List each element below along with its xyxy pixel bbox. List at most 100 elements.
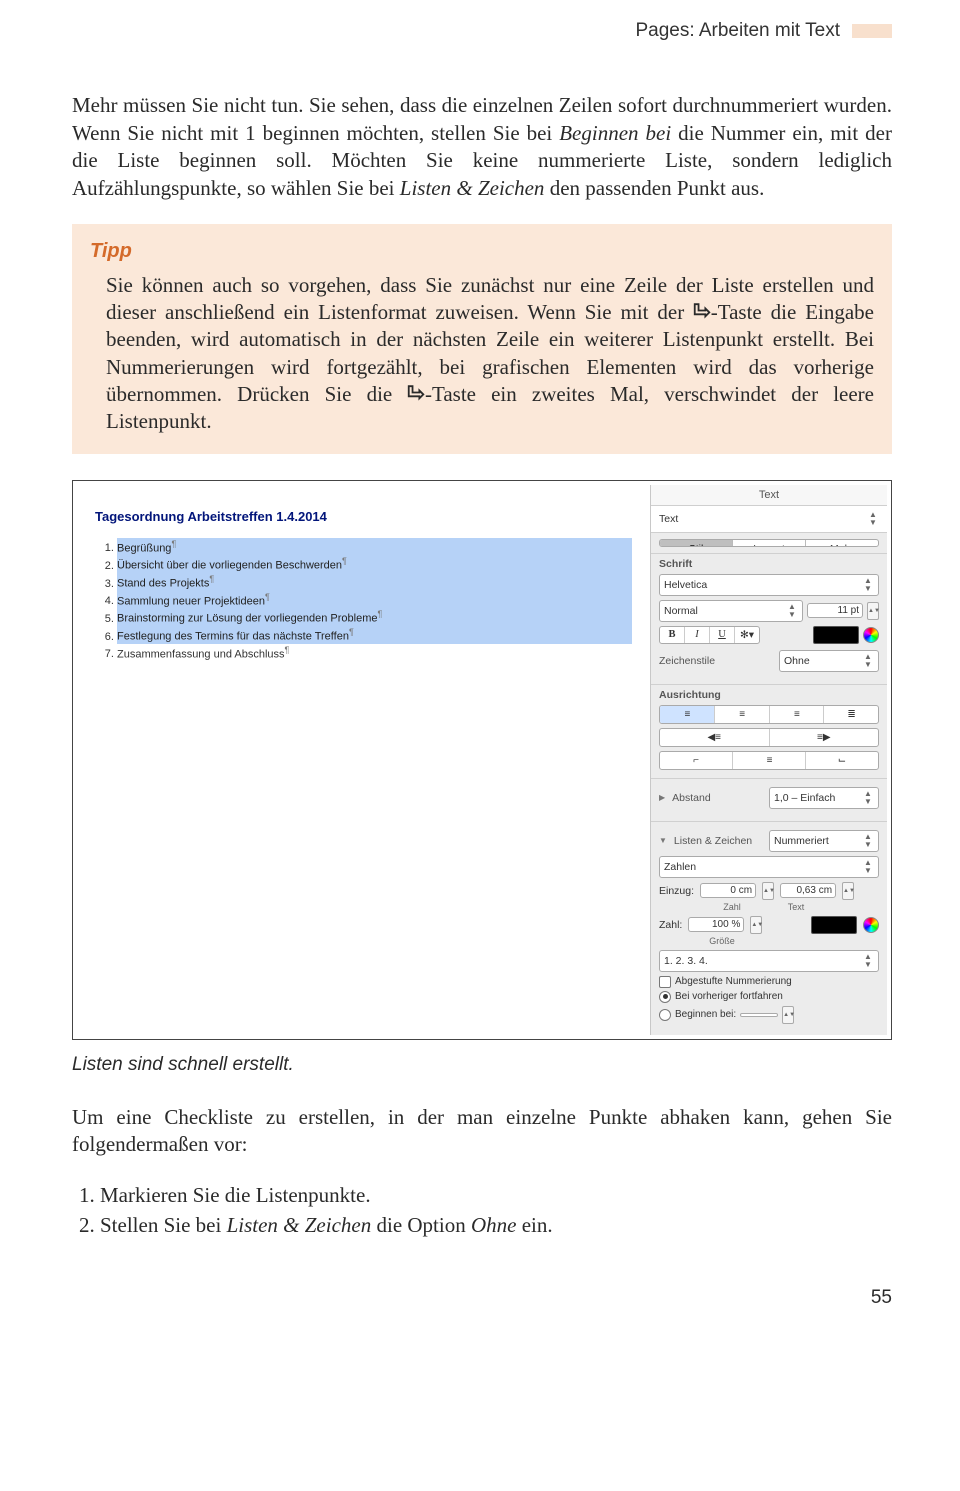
bold-italic-underline-group[interactable]: B I U ✻▾ (659, 626, 760, 644)
subtab-segmented[interactable]: Stil Layout Mehr (659, 539, 879, 547)
section-abstand: ▶ Abstand 1,0 – Einfach▲▼ (651, 778, 887, 821)
indent-icon: ≡▶ (817, 732, 831, 743)
zeichenstile-label: Zeichenstile (659, 655, 715, 667)
disclosure-down-icon[interactable]: ▼ (659, 836, 667, 845)
sublabel-größe: Größe (693, 936, 751, 946)
chevron-updown-icon: ▲▼ (862, 653, 874, 669)
char-style-dropdown[interactable]: Ohne▲▼ (779, 650, 879, 672)
indent-number-field[interactable]: 0 cm (700, 883, 756, 898)
start-at-stepper[interactable]: ▲▼ (782, 1006, 794, 1024)
align-left-button[interactable]: ≡ (660, 706, 715, 723)
chevron-updown-icon: ▲▼ (786, 603, 798, 619)
screenshot-container: Tagesordnung Arbeitstreffen 1.4.2014 Beg… (72, 480, 892, 1040)
paragraph-2: Um eine Checkliste zu erstellen, in der … (72, 1104, 892, 1159)
align-right-icon: ≡ (794, 710, 799, 720)
valign-bottom-button[interactable]: ⌙ (806, 752, 878, 769)
tip-label: Tipp (90, 238, 874, 264)
running-head-text: Pages: Arbeiten mit Text (635, 20, 840, 41)
valign-bottom-icon: ⌙ (838, 755, 846, 766)
figure-caption: Listen sind schnell erstellt. (72, 1054, 892, 1076)
align-justify-icon: ≣ (847, 710, 854, 720)
list-item[interactable]: Festlegung des Termins für das nächste T… (117, 626, 632, 644)
zahl-size-field[interactable]: 100 % (688, 917, 744, 932)
numbered-list[interactable]: Begrüßung¶Übersicht über die vorliegende… (95, 538, 632, 662)
color-wheel-icon[interactable] (863, 627, 879, 643)
ausrichtung-label: Ausrichtung (659, 689, 879, 701)
text-color-swatch[interactable] (813, 626, 859, 644)
list-item[interactable]: Stand des Projekts¶ (117, 573, 632, 591)
font-family-dropdown[interactable]: Helvetica▲▼ (659, 574, 879, 596)
list-item[interactable]: Sammlung neuer Projektideen¶ (117, 591, 632, 609)
format-inspector: Text Text ▲▼ Stil Layout Mehr Schrift He… (650, 485, 887, 1035)
document-area[interactable]: Tagesordnung Arbeitstreffen 1.4.2014 Beg… (77, 485, 650, 1035)
list-item[interactable]: Zusammenfassung und Abschluss¶ (117, 644, 632, 662)
return-key-icon: ⏎ (693, 299, 711, 326)
tab-mehr[interactable]: Mehr (806, 540, 878, 546)
chevron-updown-icon: ▲▼ (862, 953, 874, 969)
radio-icon (659, 1009, 671, 1021)
sublabel-zahl: Zahl (703, 902, 761, 912)
tip-box: Tipp Sie können auch so vorgehen, dass S… (72, 224, 892, 454)
tab-layout[interactable]: Layout (733, 540, 806, 546)
line-spacing-dropdown[interactable]: 1,0 – Einfach▲▼ (769, 787, 879, 809)
page-tab-cap (852, 24, 892, 38)
align-left-icon: ≡ (684, 710, 689, 720)
tiered-numbering-checkbox[interactable]: Abgestufte Nummerierung (659, 976, 879, 988)
listen-label: Listen & Zeichen (674, 835, 752, 847)
doc-heading: Tagesordnung Arbeitstreffen 1.4.2014 (95, 509, 632, 524)
steps-list: Markieren Sie die Listenpunkte. Stellen … (72, 1180, 892, 1241)
list-item[interactable]: Begrüßung¶ (117, 538, 632, 556)
chevron-updown-icon: ▲▼ (862, 790, 874, 806)
tab-stil[interactable]: Stil (660, 540, 733, 546)
align-center-icon: ≡ (739, 710, 744, 720)
abstand-label: Abstand (672, 792, 711, 804)
valign-middle-icon: ≡ (767, 756, 772, 766)
horizontal-align-group[interactable]: ≡ ≡ ≡ ≣ (659, 705, 879, 724)
running-head: Pages: Arbeiten mit Text (72, 20, 892, 42)
list-type-dropdown[interactable]: Nummeriert▲▼ (769, 830, 879, 852)
section-schrift: Schrift Helvetica▲▼ Normal▲▼ 11 pt ▲▼ B … (651, 553, 887, 684)
align-right-button[interactable]: ≡ (770, 706, 825, 723)
step-1: Markieren Sie die Listenpunkte. (100, 1180, 892, 1210)
font-typeface-dropdown[interactable]: Normal▲▼ (659, 600, 803, 622)
gear-icon: ✻ (740, 630, 749, 641)
paragraph-style-dropdown[interactable]: Text ▲▼ (651, 506, 887, 533)
list-item[interactable]: Brainstorming zur Lösung der vorliegende… (117, 608, 632, 626)
color-wheel-icon[interactable] (863, 917, 879, 933)
align-justify-button[interactable]: ≣ (824, 706, 878, 723)
valign-middle-button[interactable]: ≡ (733, 752, 806, 769)
indent-number-stepper[interactable]: ▲▼ (762, 882, 774, 900)
number-color-swatch[interactable] (811, 916, 857, 934)
indent-text-field[interactable]: 0,63 cm (780, 883, 836, 898)
valign-top-button[interactable]: ⌐ (660, 752, 733, 769)
list-item[interactable]: Übersicht über die vorliegenden Beschwer… (117, 555, 632, 573)
start-at-radio[interactable]: Beginnen bei: ▲▼ (659, 1006, 879, 1024)
zahl-size-stepper[interactable]: ▲▼ (750, 916, 762, 934)
continue-prev-radio[interactable]: Bei vorheriger fortfahren (659, 991, 879, 1003)
indent-text-stepper[interactable]: ▲▼ (842, 882, 854, 900)
underline-button[interactable]: U (710, 627, 735, 643)
gear-button[interactable]: ✻▾ (735, 627, 759, 643)
font-size-field[interactable]: 11 pt (807, 603, 863, 618)
valign-top-icon: ⌐ (693, 755, 699, 766)
einzug-label: Einzug: (659, 885, 694, 897)
chevron-updown-icon: ▲▼ (862, 859, 874, 875)
return-key-icon: ⏎ (407, 381, 425, 408)
font-size-stepper[interactable]: ▲▼ (867, 602, 879, 620)
italic-button[interactable]: I (685, 627, 710, 643)
vertical-align-group[interactable]: ⌐ ≡ ⌙ (659, 751, 879, 770)
page-number: 55 (72, 1287, 892, 1309)
section-ausrichtung: Ausrichtung ≡ ≡ ≡ ≣ ◀≡ ≡▶ ⌐ ≡ ⌙ (651, 684, 887, 778)
indent-button[interactable]: ≡▶ (770, 729, 879, 746)
start-at-field[interactable] (740, 1013, 778, 1017)
number-format-dropdown[interactable]: 1. 2. 3. 4.▲▼ (659, 950, 879, 972)
chevron-updown-icon: ▲▼ (867, 511, 879, 527)
outdent-button[interactable]: ◀≡ (660, 729, 770, 746)
align-center-button[interactable]: ≡ (715, 706, 770, 723)
tip-body: Sie können auch so vorgehen, dass Sie zu… (90, 272, 874, 436)
bold-button[interactable]: B (660, 627, 685, 643)
disclosure-right-icon[interactable]: ▶ (659, 793, 665, 802)
inspector-tab-text[interactable]: Text (651, 485, 887, 506)
indent-group[interactable]: ◀≡ ≡▶ (659, 728, 879, 747)
number-style-dropdown[interactable]: Zahlen▲▼ (659, 856, 879, 878)
